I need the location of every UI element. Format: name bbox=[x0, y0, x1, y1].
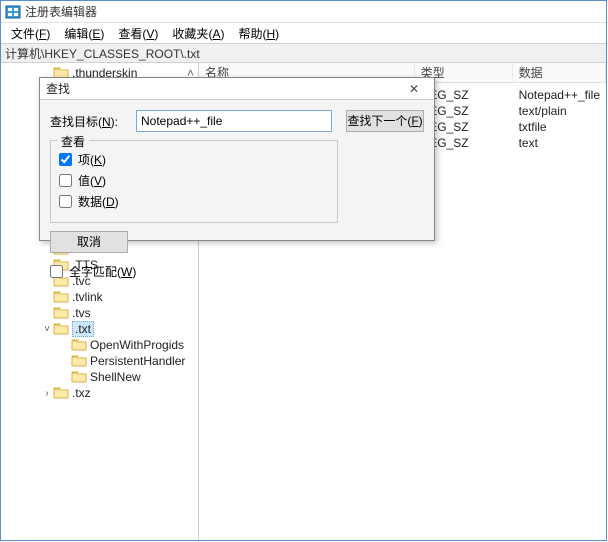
list-cell-data[interactable]: text/plain bbox=[519, 103, 600, 119]
cancel-button[interactable]: 取消 bbox=[50, 231, 128, 253]
menu-help[interactable]: 帮助(H) bbox=[232, 23, 285, 44]
folder-icon bbox=[53, 306, 69, 320]
column-header-data[interactable]: 数据 bbox=[513, 63, 606, 83]
folder-icon bbox=[53, 322, 69, 336]
tree-item-label: .tvs bbox=[72, 306, 91, 320]
list-cell-data[interactable]: Notepad++_file bbox=[519, 87, 600, 103]
find-dialog: 查找 ✕ 查找目标(N): 查找下一个(F) 查看 项(K) 值(V) 数据(D… bbox=[39, 77, 435, 241]
menubar: 文件(F) 编辑(E) 查看(V) 收藏夹(A) 帮助(H) bbox=[1, 23, 606, 43]
tree-item[interactable]: OpenWithProgids bbox=[3, 337, 198, 353]
check-data-label: 数据(D) bbox=[78, 193, 119, 210]
tree-item-label: ShellNew bbox=[90, 370, 141, 384]
address-bar[interactable]: 计算机\HKEY_CLASSES_ROOT\.txt bbox=[1, 43, 606, 63]
tree-twisty-icon[interactable]: ˅ bbox=[41, 324, 53, 335]
folder-icon bbox=[71, 370, 87, 384]
list-cell-data[interactable]: txtfile bbox=[519, 119, 600, 135]
find-target-input[interactable] bbox=[136, 110, 332, 132]
app-icon bbox=[5, 4, 21, 20]
check-keys-row[interactable]: 项(K) bbox=[59, 151, 329, 168]
address-path: 计算机\HKEY_CLASSES_ROOT\.txt bbox=[5, 45, 200, 62]
group-legend: 查看 bbox=[57, 133, 89, 150]
whole-word-row[interactable]: 全字匹配(W) bbox=[40, 259, 434, 288]
tree-item-label: .txz bbox=[72, 386, 91, 400]
check-data[interactable] bbox=[59, 195, 72, 208]
folder-icon bbox=[71, 338, 87, 352]
check-values-row[interactable]: 值(V) bbox=[59, 172, 329, 189]
list-cell-data[interactable]: text bbox=[519, 135, 600, 151]
tree-item[interactable]: › .txz bbox=[3, 385, 198, 401]
menu-edit[interactable]: 编辑(E) bbox=[58, 23, 110, 44]
tree-item[interactable]: ˅ .txt bbox=[3, 321, 198, 337]
tree-item[interactable]: .tvlink bbox=[3, 289, 198, 305]
window-title: 注册表编辑器 bbox=[25, 3, 97, 20]
menu-view[interactable]: 查看(V) bbox=[112, 23, 164, 44]
tree-item[interactable]: ShellNew bbox=[3, 369, 198, 385]
folder-icon bbox=[53, 386, 69, 400]
check-data-row[interactable]: 数据(D) bbox=[59, 193, 329, 210]
find-dialog-titlebar[interactable]: 查找 ✕ bbox=[40, 78, 434, 100]
tree-item[interactable]: .tvs bbox=[3, 305, 198, 321]
tree-item-label: .tvlink bbox=[72, 290, 103, 304]
check-keys[interactable] bbox=[59, 153, 72, 166]
tree-item-label: .txt bbox=[72, 321, 94, 337]
tree-twisty-icon[interactable]: › bbox=[41, 388, 53, 399]
folder-icon bbox=[71, 354, 87, 368]
titlebar: 注册表编辑器 bbox=[1, 1, 606, 23]
menu-favorites[interactable]: 收藏夹(A) bbox=[166, 23, 230, 44]
find-next-button[interactable]: 查找下一个(F) bbox=[346, 110, 424, 132]
tree-item[interactable]: PersistentHandler bbox=[3, 353, 198, 369]
check-keys-label: 项(K) bbox=[78, 151, 106, 168]
close-icon[interactable]: ✕ bbox=[400, 82, 428, 96]
check-values[interactable] bbox=[59, 174, 72, 187]
whole-word-label: 全字匹配(W) bbox=[69, 263, 136, 280]
find-target-label: 查找目标(N): bbox=[50, 113, 128, 130]
tree-item-label: OpenWithProgids bbox=[90, 338, 184, 352]
tree-item-label: PersistentHandler bbox=[90, 354, 185, 368]
find-dialog-title: 查找 bbox=[46, 80, 70, 97]
check-values-label: 值(V) bbox=[78, 172, 106, 189]
check-whole-word[interactable] bbox=[50, 265, 63, 278]
look-at-group: 查看 项(K) 值(V) 数据(D) bbox=[50, 140, 338, 223]
menu-file[interactable]: 文件(F) bbox=[5, 23, 56, 44]
folder-icon bbox=[53, 290, 69, 304]
